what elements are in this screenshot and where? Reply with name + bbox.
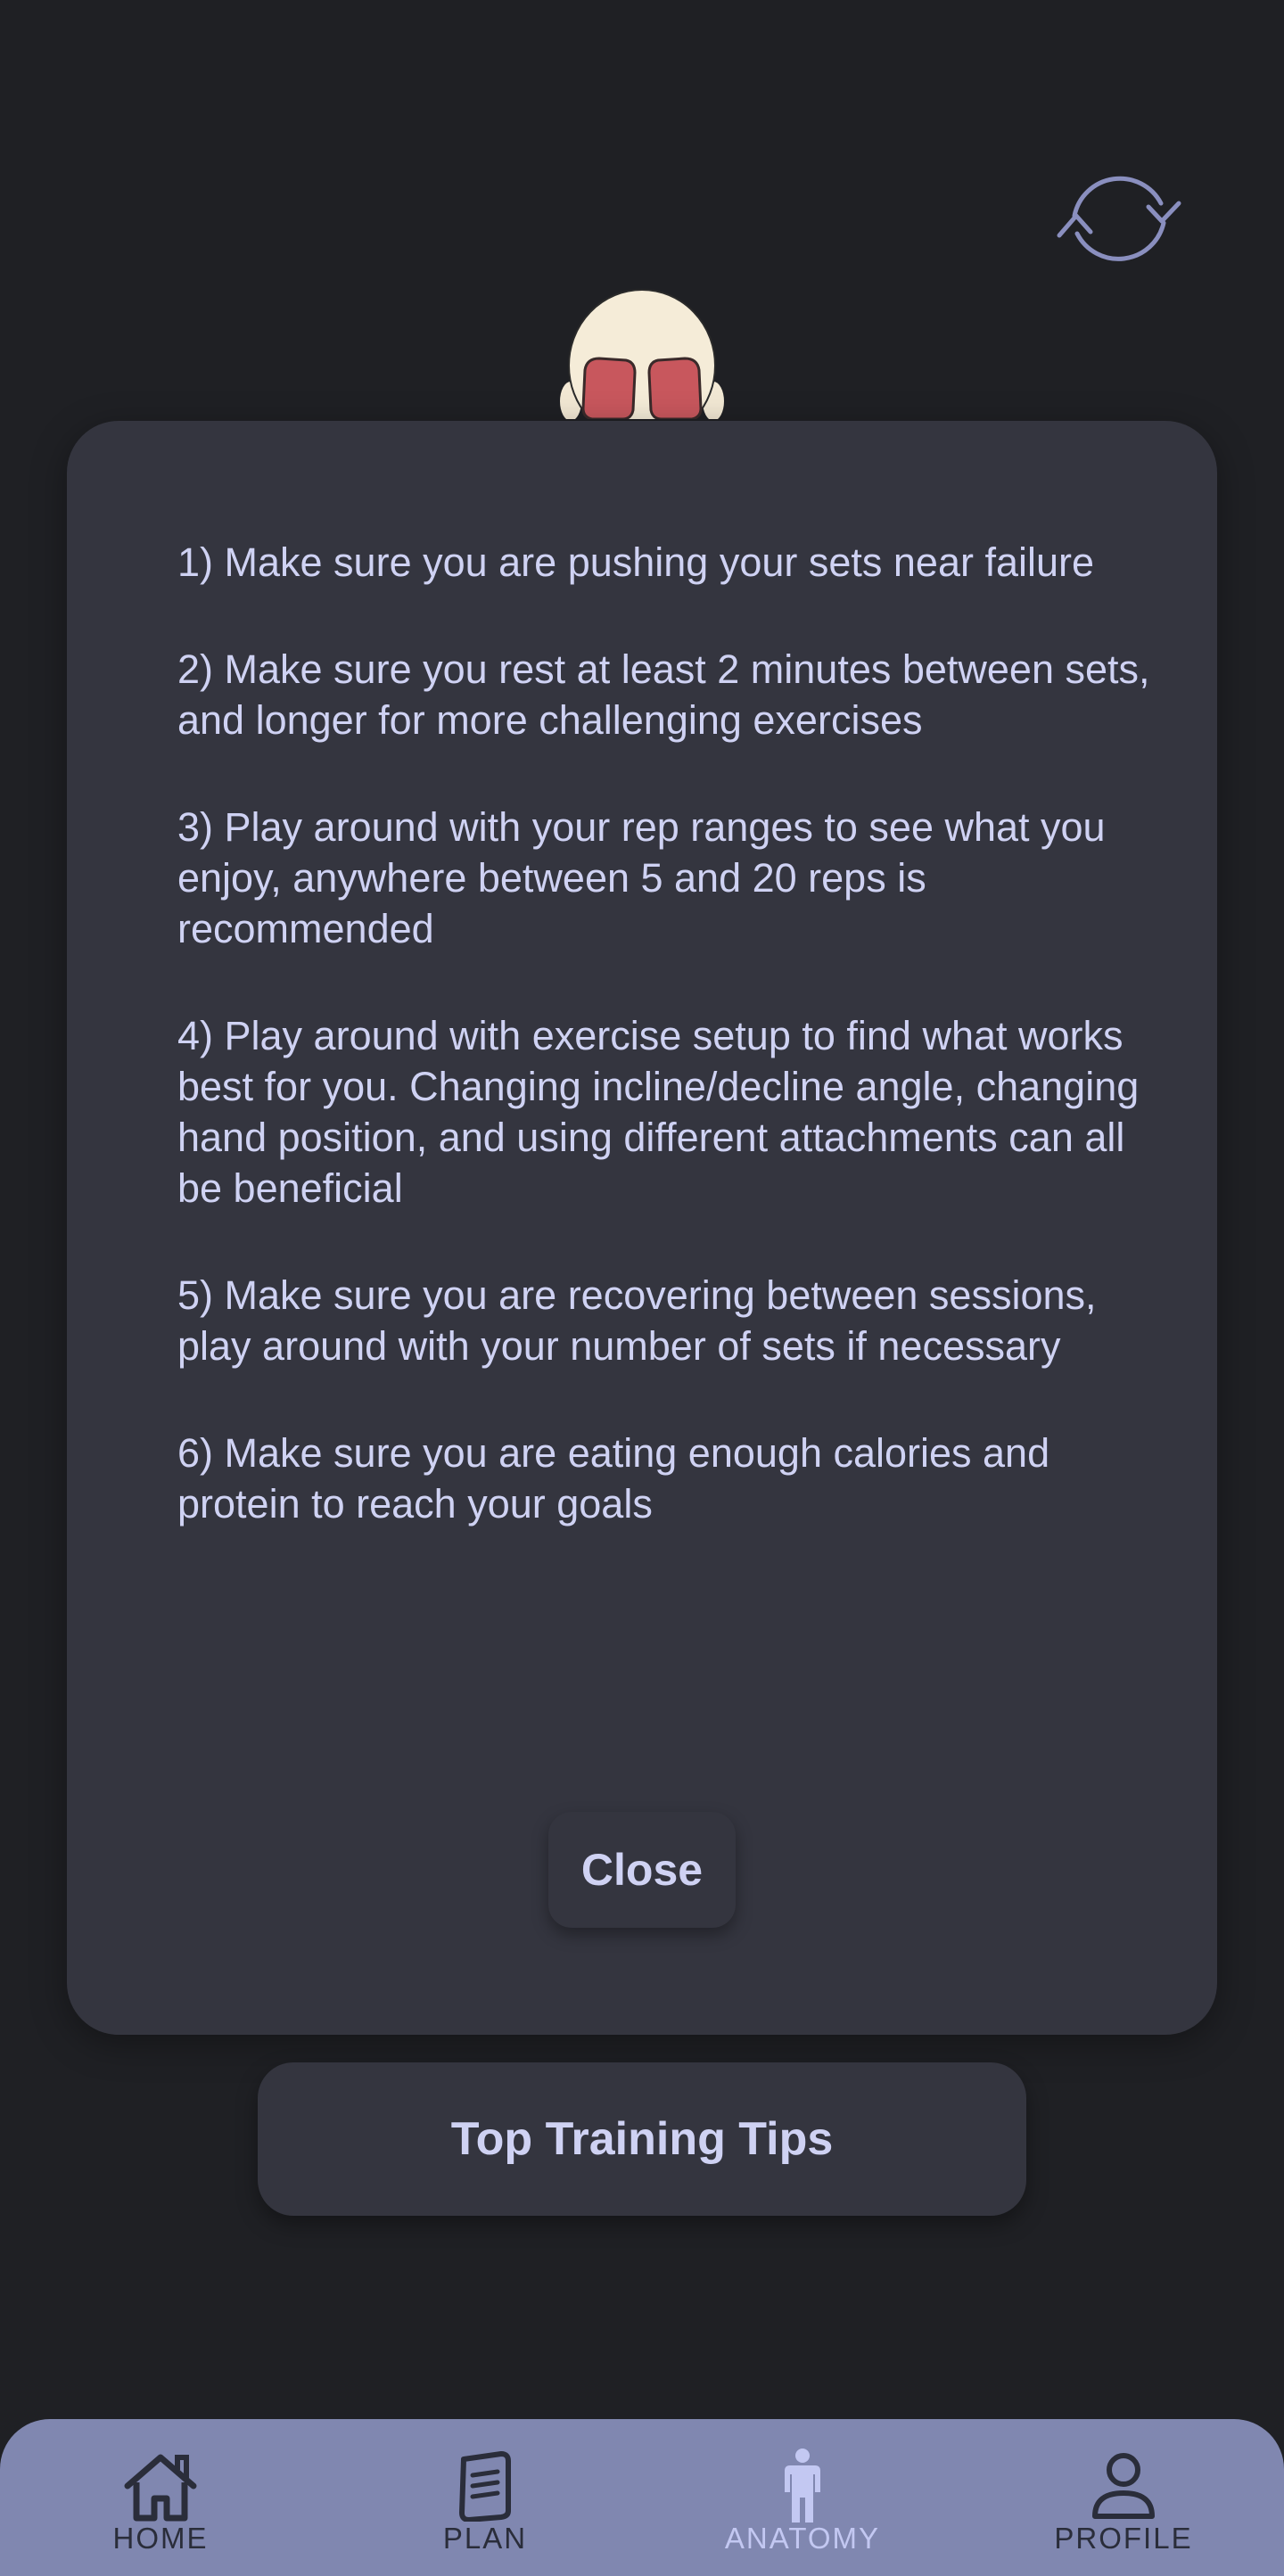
nav-item-profile[interactable]: PROFILE [1017,2419,1230,2576]
tip-item: 4) Play around with exercise setup to fi… [177,1013,1140,1211]
tip-item: 6) Make sure you are eating enough calor… [177,1430,1050,1527]
plan-icon [459,2451,511,2522]
tip-item: 3) Play around with your rep ranges to s… [177,804,1106,951]
tip-item: 1) Make sure you are pushing your sets n… [177,539,1095,585]
nav-item-anatomy[interactable]: ANATOMY [696,2419,910,2576]
tip-item: 5) Make sure you are recovering between … [177,1272,1097,1369]
bottom-navigation: HOME PLAN ANATOMY PROFILE [0,2419,1284,2576]
tips-list: 1) Make sure you are pushing your sets n… [177,537,1158,1585]
close-button[interactable]: Close [548,1812,736,1928]
profile-icon [1092,2453,1155,2519]
anatomy-figure [553,285,731,442]
anatomy-icon [785,2448,820,2523]
nav-label-plan: PLAN [442,2522,528,2555]
nav-label-profile: PROFILE [1054,2522,1193,2555]
nav-item-home[interactable]: HOME [54,2419,268,2576]
home-icon [124,2454,197,2522]
training-tips-dialog: 1) Make sure you are pushing your sets n… [67,421,1217,2035]
refresh-icon [1057,176,1181,261]
refresh-button[interactable] [1034,156,1204,281]
top-training-tips-button[interactable]: Top Training Tips [258,2062,1026,2216]
nav-label-home: HOME [112,2522,209,2555]
nav-item-plan[interactable]: PLAN [378,2419,592,2576]
tip-item: 2) Make sure you rest at least 2 minutes… [177,646,1150,743]
nav-label-anatomy: ANATOMY [724,2522,881,2555]
